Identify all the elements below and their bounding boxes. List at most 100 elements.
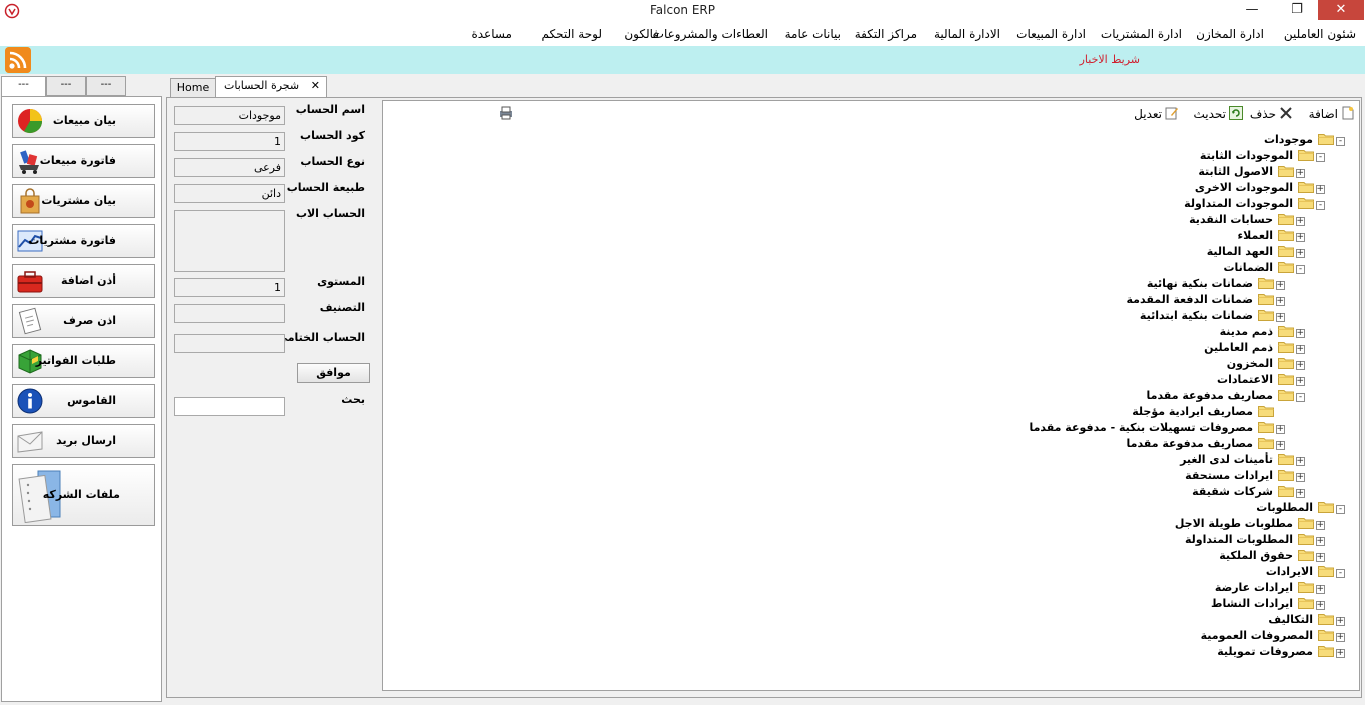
account-name-field[interactable]: موجودات xyxy=(174,106,285,125)
tree-node[interactable]: + ضمانات بنكية ابتدائية xyxy=(1138,309,1285,325)
expand-icon[interactable]: + xyxy=(1296,169,1305,178)
expand-icon[interactable]: + xyxy=(1276,441,1285,450)
edit-button[interactable]: تعديل xyxy=(1134,106,1179,121)
expand-icon[interactable]: + xyxy=(1276,297,1285,306)
tree-node[interactable]: + المصروفات العمومية xyxy=(1199,629,1345,645)
expand-icon[interactable]: + xyxy=(1296,233,1305,242)
expand-icon[interactable]: + xyxy=(1336,617,1345,626)
tree-node[interactable]: - الموجودات المتداولة xyxy=(1182,197,1325,213)
expand-icon[interactable]: + xyxy=(1316,537,1325,546)
expand-icon[interactable]: + xyxy=(1276,313,1285,322)
menu-falcon[interactable]: فالكون xyxy=(624,27,659,41)
tree-node[interactable]: + شركات شقيقة xyxy=(1190,485,1305,501)
collapse-icon[interactable]: - xyxy=(1336,505,1345,514)
tree-node[interactable]: + تأمينات لدى الغير xyxy=(1178,453,1305,469)
expand-icon[interactable]: + xyxy=(1296,217,1305,226)
tree-node[interactable]: + الموجودات الاخرى xyxy=(1193,181,1325,197)
menu-general-data[interactable]: بيانات عامة xyxy=(785,27,841,41)
expand-icon[interactable]: + xyxy=(1296,377,1305,386)
menu-purchases[interactable]: ادارة المشتريات xyxy=(1101,27,1182,41)
expand-icon[interactable]: + xyxy=(1316,521,1325,530)
account-nature-field[interactable]: دائن xyxy=(174,184,285,203)
final-account-field[interactable] xyxy=(174,334,285,353)
left-tab-1[interactable]: --- xyxy=(1,76,46,98)
restore-button[interactable]: ❐ xyxy=(1275,0,1319,20)
menu-tenders-projects[interactable]: العطاءات والمشروعات xyxy=(653,27,768,41)
collapse-icon[interactable]: - xyxy=(1336,137,1345,146)
level-field[interactable]: 1 xyxy=(174,278,285,297)
collapse-icon[interactable]: - xyxy=(1316,201,1325,210)
tab-accounts-tree[interactable]: شجرة الحسابات ✕ xyxy=(215,76,327,98)
expand-icon[interactable]: + xyxy=(1296,489,1305,498)
tree-node[interactable]: + مصروفات تسهيلات بنكية - مدفوعة مقدما xyxy=(1027,421,1285,437)
tree-node[interactable]: + ذمم مدينة xyxy=(1218,325,1305,341)
search-input[interactable] xyxy=(174,397,285,416)
menu-cost-centers[interactable]: مراكز التكفة xyxy=(855,27,917,41)
expand-icon[interactable]: + xyxy=(1316,601,1325,610)
parent-account-field[interactable] xyxy=(174,210,285,272)
expand-icon[interactable]: + xyxy=(1276,281,1285,290)
tree-node[interactable]: - المطلوبات xyxy=(1254,501,1345,517)
tree-node[interactable]: + ايرادات مستحقة xyxy=(1183,469,1305,485)
tree-node[interactable]: + الاعتمادات xyxy=(1215,373,1305,389)
ok-button[interactable]: موافق xyxy=(297,363,370,383)
expand-icon[interactable]: + xyxy=(1316,185,1325,194)
tree-node[interactable]: + حسابات النقدية xyxy=(1187,213,1305,229)
tab-close-icon[interactable]: ✕ xyxy=(311,77,320,94)
tree-node[interactable]: + ضمانات بنكية نهائية xyxy=(1145,277,1285,293)
expand-icon[interactable]: + xyxy=(1296,457,1305,466)
classification-field[interactable] xyxy=(174,304,285,323)
menu-hr[interactable]: شئون العاملين xyxy=(1284,27,1356,41)
expand-icon[interactable]: + xyxy=(1296,345,1305,354)
menu-inventory[interactable]: ادارة المخازن xyxy=(1196,27,1264,41)
account-type-field[interactable]: فرعى xyxy=(174,158,285,177)
delete-button[interactable]: حذف xyxy=(1250,106,1293,121)
tree-node[interactable]: + ضمانات الدفعة المقدمة xyxy=(1125,293,1285,309)
tree-node[interactable]: + مطلوبات طويلة الاجل xyxy=(1173,517,1325,533)
rss-icon[interactable] xyxy=(5,47,31,73)
expand-icon[interactable]: + xyxy=(1316,585,1325,594)
tree-node[interactable]: + ايرادات النشاط xyxy=(1209,597,1325,613)
tree-node[interactable]: + العملاء xyxy=(1236,229,1305,245)
menu-sales[interactable]: ادارة المبيعات xyxy=(1016,27,1086,41)
purchases-invoice-button[interactable]: فاتورة مشتريات xyxy=(12,224,155,258)
sales-invoice-button[interactable]: فاتورة مبيعات xyxy=(12,144,155,178)
tree-node[interactable]: + مصروفات تمويلية xyxy=(1215,645,1345,661)
issue-voucher-button[interactable]: اذن صرف xyxy=(12,304,155,338)
tree-node[interactable]: + حقوق الملكية xyxy=(1217,549,1325,565)
collapse-icon[interactable]: - xyxy=(1296,265,1305,274)
add-button[interactable]: اضافة xyxy=(1309,106,1355,121)
menu-finance[interactable]: الادارة المالية xyxy=(934,27,1000,41)
tree-node[interactable]: - مصاريف مدفوعة مقدما xyxy=(1145,389,1305,405)
expand-icon[interactable]: + xyxy=(1296,361,1305,370)
tree-node[interactable]: + العهد المالية xyxy=(1205,245,1305,261)
collapse-icon[interactable]: - xyxy=(1336,569,1345,578)
purchases-statement-button[interactable]: بيان مشتريات xyxy=(12,184,155,218)
sales-statement-button[interactable]: بيان مبيعات xyxy=(12,104,155,138)
minimize-button[interactable]: — xyxy=(1230,0,1274,20)
tree-node[interactable]: - الضمانات xyxy=(1221,261,1305,277)
tree-node[interactable]: - موجودات xyxy=(1262,133,1345,149)
expand-icon[interactable]: + xyxy=(1336,633,1345,642)
collapse-icon[interactable]: - xyxy=(1296,393,1305,402)
tree-node[interactable]: + المطلوبات المتداولة xyxy=(1183,533,1325,549)
print-button[interactable] xyxy=(496,106,513,121)
account-code-field[interactable]: 1 xyxy=(174,132,285,151)
menu-control-panel[interactable]: لوحة التحكم xyxy=(542,27,603,41)
tree-node[interactable]: - الموجودات الثابتة xyxy=(1198,149,1325,165)
send-mail-button[interactable]: ارسال بريد xyxy=(12,424,155,458)
tree-node[interactable]: + التكاليف xyxy=(1266,613,1345,629)
tree-node[interactable]: + المخزون xyxy=(1225,357,1305,373)
tab-home[interactable]: Home xyxy=(170,78,216,98)
expand-icon[interactable]: + xyxy=(1296,329,1305,338)
refresh-button[interactable]: تحديث xyxy=(1193,106,1243,121)
invoice-requests-button[interactable]: طلبات الفواتير xyxy=(12,344,155,378)
expand-icon[interactable]: + xyxy=(1316,553,1325,562)
dictionary-button[interactable]: القاموس xyxy=(12,384,155,418)
receipt-voucher-button[interactable]: أذن اضافة xyxy=(12,264,155,298)
tree-node[interactable]: + مصاريف مدفوعة مقدما xyxy=(1125,437,1285,453)
expand-icon[interactable]: + xyxy=(1336,649,1345,658)
left-tab-3[interactable]: --- xyxy=(86,76,126,96)
tree-node[interactable]: + ذمم العاملين xyxy=(1202,341,1305,357)
close-window-button[interactable]: ✕ xyxy=(1318,0,1364,20)
